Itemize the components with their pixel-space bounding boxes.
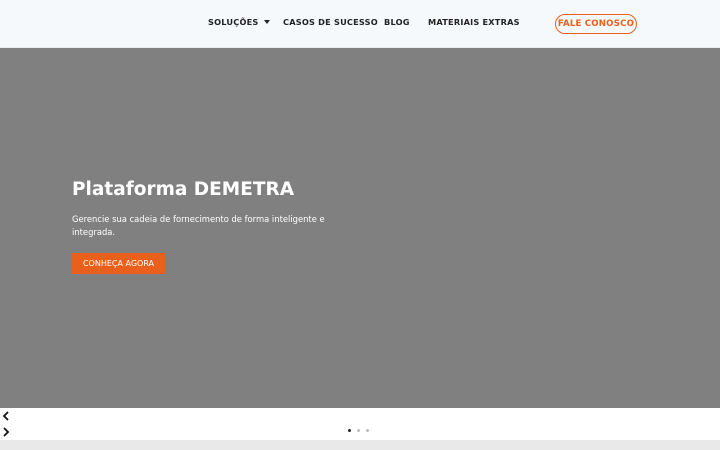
- learn-more-button-label: CONHEÇA AGORA: [82, 259, 155, 268]
- contact-button-label: FALE CONOSCO: [557, 19, 635, 29]
- hero-title: Plataforma DEMETRA: [72, 179, 295, 200]
- nav-item-solucoes[interactable]: SOLUÇÕES: [208, 17, 270, 27]
- main-nav: SOLUÇÕES CASOS DE SUCESSO BLOG MATERIAIS…: [0, 0, 720, 48]
- contact-button[interactable]: FALE CONOSCO: [555, 14, 637, 34]
- nav-item-label: MATERIAIS EXTRAS: [428, 17, 520, 27]
- carousel-dot[interactable]: [348, 428, 351, 432]
- site-header: SOLUÇÕES CASOS DE SUCESSO BLOG MATERIAIS…: [0, 0, 720, 48]
- nav-item-label: BLOG: [384, 17, 410, 27]
- carousel-pagination: [348, 427, 369, 433]
- chevron-right-icon: [3, 427, 10, 437]
- carousel-dot[interactable]: [357, 428, 360, 432]
- hero-slide: Plataforma DEMETRA Gerencie sua cadeia d…: [0, 48, 720, 408]
- carousel-dot[interactable]: [366, 428, 369, 432]
- chevron-left-icon: [2, 411, 9, 421]
- nav-item-materiais-extras[interactable]: MATERIAIS EXTRAS: [428, 17, 520, 27]
- learn-more-button[interactable]: CONHEÇA AGORA: [72, 253, 165, 274]
- nav-item-casos-de-sucesso[interactable]: CASOS DE SUCESSO: [283, 17, 378, 27]
- nav-item-label: SOLUÇÕES: [208, 17, 259, 27]
- caret-down-icon: [263, 19, 270, 24]
- next-section-strip: [0, 440, 720, 450]
- nav-item-blog[interactable]: BLOG: [384, 17, 410, 27]
- hero-subtitle: Gerencie sua cadeia de fornecimento de f…: [72, 214, 325, 237]
- nav-item-label: CASOS DE SUCESSO: [283, 17, 378, 27]
- carousel-prev-button[interactable]: [0, 410, 12, 422]
- carousel-next-button[interactable]: [0, 426, 12, 438]
